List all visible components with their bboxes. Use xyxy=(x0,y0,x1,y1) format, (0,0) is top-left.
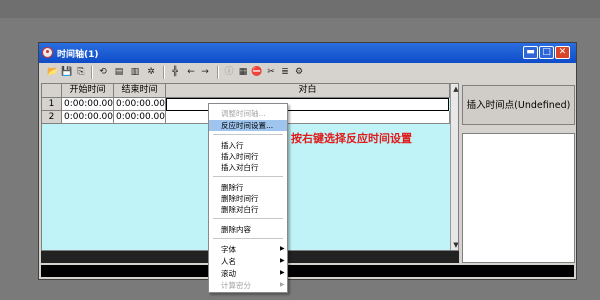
stop-icon[interactable]: ⛔ xyxy=(251,66,263,78)
menu-item-insert-time-row[interactable]: 插入时间行 xyxy=(221,151,259,162)
window-title: 时间轴(1) xyxy=(57,50,99,60)
menu-item-name[interactable]: 人名 xyxy=(221,256,236,267)
submenu-arrow-icon: ▶ xyxy=(280,257,285,264)
context-menu: 调整时间轴... 反应时间设置... 插入行 插入时间行 插入对白行 删除行 删… xyxy=(208,103,288,293)
menu-item-font[interactable]: 字体 xyxy=(221,244,236,255)
layers-icon[interactable]: ≣ xyxy=(279,66,291,78)
end-time-cell[interactable]: 0:00:00.00 xyxy=(114,98,166,111)
toolbar-separator xyxy=(217,66,219,79)
open-icon[interactable]: 📂 xyxy=(47,66,59,78)
menu-item-insert-dialogue-row[interactable]: 插入对白行 xyxy=(221,162,259,173)
side-panel[interactable] xyxy=(462,133,575,263)
toolbar-separator xyxy=(91,66,93,79)
gear-icon[interactable]: ✲ xyxy=(145,66,157,78)
column-header-end[interactable]: 结束时间 xyxy=(114,84,166,98)
submenu-arrow-icon: ▶ xyxy=(280,281,285,288)
menu-item-delete-time-row[interactable]: 删除时间行 xyxy=(221,193,259,204)
menu-item-delete-row[interactable]: 删除行 xyxy=(221,182,244,193)
cut-icon[interactable]: ✂ xyxy=(265,66,277,78)
arrow-right-icon[interactable]: → xyxy=(199,66,211,78)
column-header-start[interactable]: 开始时间 xyxy=(62,84,114,98)
title-bar[interactable]: 时间轴(1) ▬ □ ✕ xyxy=(39,43,576,63)
submenu-arrow-icon: ▶ xyxy=(280,245,285,252)
grid-icon[interactable]: ╬ xyxy=(169,66,181,78)
menu-item-adjust-timeline[interactable]: 调整时间轴... xyxy=(221,108,266,119)
minimize-button[interactable]: ▬ xyxy=(523,46,538,59)
close-button[interactable]: ✕ xyxy=(555,46,570,59)
status-bar xyxy=(41,265,574,277)
copy-icon[interactable]: ⎘ xyxy=(75,66,87,78)
toolbar-separator xyxy=(163,66,165,79)
scroll-down-icon[interactable]: ▼ xyxy=(451,240,458,250)
chart-icon[interactable]: ▤ xyxy=(113,66,125,78)
menu-separator xyxy=(213,134,283,135)
start-time-cell[interactable]: 0:00:00.00 xyxy=(62,98,114,111)
save-icon[interactable]: 💾 xyxy=(61,66,73,78)
scroll-up-icon[interactable]: ▲ xyxy=(451,84,458,94)
menu-item-scroll[interactable]: 滚动 xyxy=(221,268,236,279)
row-header[interactable]: 1 xyxy=(42,98,62,111)
menu-separator xyxy=(213,238,283,239)
arrow-left-icon[interactable]: ← xyxy=(185,66,197,78)
menu-separator xyxy=(213,218,283,219)
menu-item-delete-content[interactable]: 删除内容 xyxy=(221,224,251,235)
column-header-dialogue[interactable]: 对白 xyxy=(166,84,450,98)
settings-icon[interactable]: ⚙ xyxy=(293,66,305,78)
film-icon[interactable]: ▦ xyxy=(237,66,249,78)
info-icon[interactable]: ⓘ xyxy=(223,66,235,78)
background-band xyxy=(0,0,600,18)
insert-timepoint-button[interactable]: 插入时间点(Undefined) xyxy=(462,85,575,125)
corner-header xyxy=(42,84,62,98)
instruction-annotation: 按右键选择反应时间设置 xyxy=(291,132,412,145)
menu-separator xyxy=(213,176,283,177)
menu-item-delete-dialogue-row[interactable]: 删除对白行 xyxy=(221,204,259,215)
end-time-cell[interactable]: 0:00:00.00 xyxy=(114,111,166,124)
refresh-icon[interactable]: ⟲ xyxy=(97,66,109,78)
timeline-window: 时间轴(1) ▬ □ ✕ 📂 💾 ⎘ ⟲ ▤ ▥ ✲ ╬ ← → ⓘ ▦ ⛔ ✂… xyxy=(38,42,577,280)
vertical-scrollbar[interactable]: ▲ ▼ xyxy=(450,84,458,250)
menu-item-insert-row[interactable]: 插入行 xyxy=(221,140,244,151)
chart2-icon[interactable]: ▥ xyxy=(129,66,141,78)
menu-item-calculate[interactable]: 计算密分 xyxy=(221,280,251,291)
start-time-cell[interactable]: 0:00:00.00 xyxy=(62,111,114,124)
app-icon xyxy=(42,47,53,58)
menu-item-reaction-time-settings[interactable]: 反应时间设置... xyxy=(209,120,287,131)
toolbar: 📂 💾 ⎘ ⟲ ▤ ▥ ✲ ╬ ← → ⓘ ▦ ⛔ ✂ ≣ ⚙ xyxy=(41,65,461,81)
row-header[interactable]: 2 xyxy=(42,111,62,124)
submenu-arrow-icon: ▶ xyxy=(280,269,285,276)
maximize-button[interactable]: □ xyxy=(539,46,554,59)
